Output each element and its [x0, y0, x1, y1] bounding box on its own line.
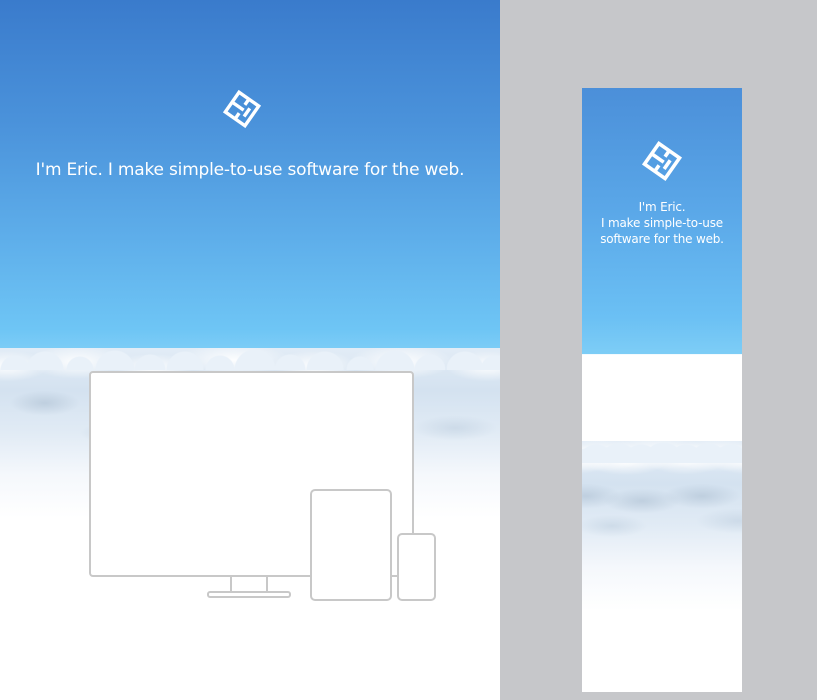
mobile-preview: I'm Eric. I make simple-to-use software … — [582, 88, 742, 692]
devices-illustration — [85, 368, 445, 608]
tagline-line: software for the web. — [600, 232, 724, 246]
ec-monogram-icon — [641, 140, 683, 182]
tagline-line: I'm Eric. — [638, 200, 686, 214]
ec-monogram-icon — [222, 89, 262, 129]
desktop-preview: I'm Eric. I make simple-to-use software … — [0, 0, 500, 700]
phone-icon — [397, 533, 436, 601]
tagline-mobile: I'm Eric. I make simple-to-use software … — [582, 199, 742, 247]
tagline: I'm Eric. I make simple-to-use software … — [35, 160, 465, 180]
tagline-line: I make simple-to-use — [601, 216, 723, 230]
tablet-icon — [310, 489, 392, 601]
clouds-background — [582, 423, 742, 613]
